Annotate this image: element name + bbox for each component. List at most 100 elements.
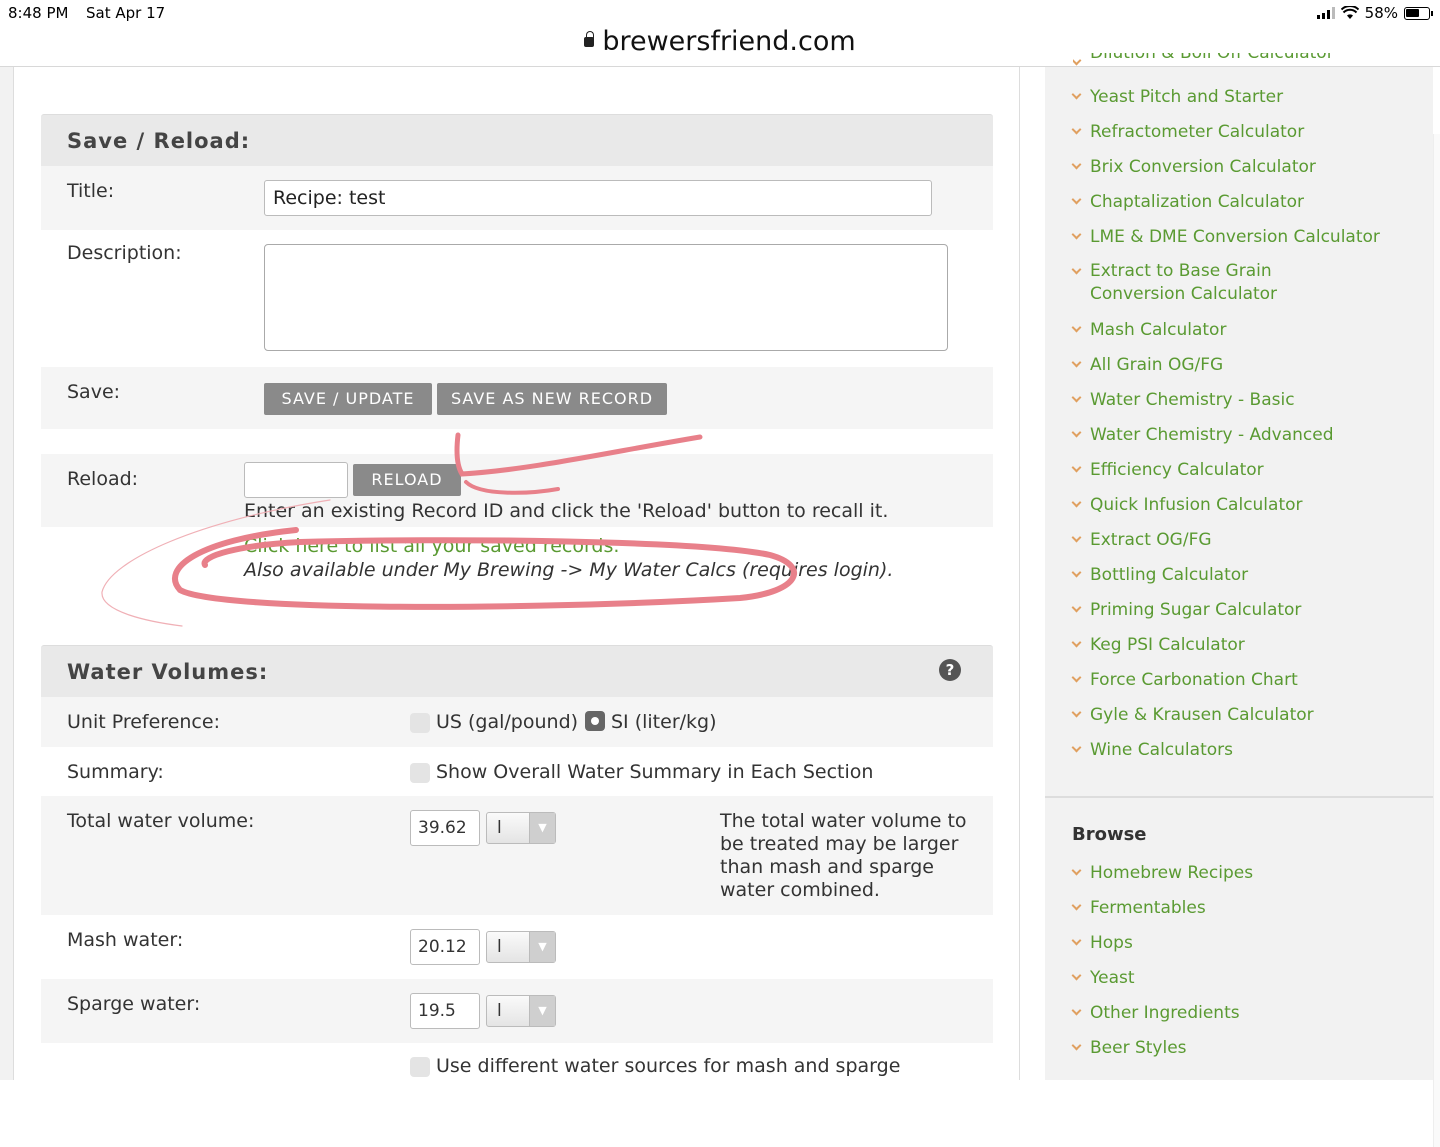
sidebar-calculator-link[interactable]: Yeast Pitch and Starter xyxy=(1073,87,1283,107)
arrow-bullet-icon xyxy=(1073,534,1082,543)
save-reload-panel: Save / Reload: Title: Recipe: test Descr… xyxy=(41,114,993,589)
unit-si-label: SI (liter/kg) xyxy=(611,711,717,733)
arrow-bullet-icon xyxy=(1073,639,1082,648)
unit-si-radio[interactable] xyxy=(585,711,605,731)
different-sources-label: Use different water sources for mash and… xyxy=(436,1055,901,1077)
total-water-row: Total water volume: 39.62 l ▼ The total w… xyxy=(41,796,993,915)
save-as-new-record-button[interactable]: SAVE AS NEW RECORD xyxy=(437,383,667,415)
save-update-button[interactable]: SAVE / UPDATE xyxy=(264,383,432,415)
total-water-unit-select[interactable]: l ▼ xyxy=(486,812,556,844)
description-label: Description: xyxy=(67,242,182,264)
sidebar-browse-link[interactable]: Beer Styles xyxy=(1073,1038,1187,1058)
sidebar-browse-link[interactable]: Homebrew Recipes xyxy=(1073,863,1253,883)
arrow-bullet-icon xyxy=(1073,1007,1082,1016)
title-row: Title: Recipe: test xyxy=(41,166,993,230)
arrow-bullet-icon xyxy=(1073,674,1082,683)
arrow-bullet-icon xyxy=(1073,867,1082,876)
arrow-bullet-icon xyxy=(1073,91,1082,100)
arrow-bullet-icon xyxy=(1073,196,1082,205)
summary-label: Summary: xyxy=(67,761,164,783)
sidebar-calculator-link[interactable]: Water Chemistry - Basic xyxy=(1073,390,1295,410)
mash-water-unit-select[interactable]: l ▼ xyxy=(486,931,556,963)
reload-record-id-input[interactable] xyxy=(244,462,348,498)
sparge-water-label: Sparge water: xyxy=(67,993,201,1015)
status-icons: 58% xyxy=(1316,4,1433,22)
sparge-water-row: Sparge water: 19.5 l ▼ xyxy=(41,979,993,1043)
arrow-bullet-icon xyxy=(1073,231,1082,240)
sidebar-browse-link[interactable]: Hops xyxy=(1073,933,1133,953)
reload-label: Reload: xyxy=(67,468,139,490)
unit-us-radio[interactable] xyxy=(410,713,430,733)
sidebar-divider xyxy=(1045,796,1433,798)
save-label: Save: xyxy=(67,381,121,403)
sidebar-item-cut-off[interactable]: Dilution & Boil Off Calculator xyxy=(1073,53,1334,71)
description-textarea[interactable] xyxy=(264,244,948,351)
chevron-down-icon: ▼ xyxy=(529,996,555,1026)
title-input[interactable]: Recipe: test xyxy=(264,180,932,216)
saved-records-row: Click here to list all your saved record… xyxy=(41,527,993,589)
title-label: Title: xyxy=(67,180,115,202)
mash-water-unit-value: l xyxy=(497,937,502,957)
sidebar-calculator-link[interactable]: LME & DME Conversion Calculator xyxy=(1073,227,1380,247)
reload-row: Reload: RELOAD Enter an existing Record … xyxy=(41,454,993,527)
sidebar-calculator-link[interactable]: Extract to Base Grain Conversion Calcula… xyxy=(1073,261,1360,306)
different-sources-row: Use different water sources for mash and… xyxy=(41,1043,993,1080)
url-domain: brewersfriend.com xyxy=(602,26,856,57)
chevron-down-icon: ▼ xyxy=(529,813,555,843)
reload-button[interactable]: RELOAD xyxy=(353,464,461,496)
sidebar-browse-link[interactable]: Yeast xyxy=(1073,968,1135,988)
cellular-signal-icon xyxy=(1316,7,1335,19)
sidebar-calculator-link[interactable]: Keg PSI Calculator xyxy=(1073,635,1245,655)
sidebar-calculator-link[interactable]: Mash Calculator xyxy=(1073,320,1226,340)
wifi-icon xyxy=(1340,6,1359,19)
total-water-note: The total water volume to be treated may… xyxy=(720,810,967,901)
summary-checkbox[interactable] xyxy=(410,763,430,783)
save-row: Save: SAVE / UPDATE SAVE AS NEW RECORD xyxy=(41,367,993,429)
sparge-water-input[interactable]: 19.5 xyxy=(410,993,480,1029)
arrow-bullet-icon xyxy=(1073,429,1082,438)
scrollbar[interactable] xyxy=(1433,134,1440,1147)
content-divider xyxy=(1019,67,1020,1080)
sidebar-calculator-link[interactable]: Gyle & Krausen Calculator xyxy=(1073,705,1314,725)
sidebar-calculator-link[interactable]: Efficiency Calculator xyxy=(1073,460,1264,480)
sidebar-calculator-link[interactable]: Water Chemistry - Advanced xyxy=(1073,425,1334,445)
arrow-bullet-icon xyxy=(1073,569,1082,578)
sidebar-calculator-link[interactable]: Refractometer Calculator xyxy=(1073,122,1304,142)
sidebar-calculator-link[interactable]: Priming Sugar Calculator xyxy=(1073,600,1301,620)
different-sources-checkbox[interactable] xyxy=(410,1057,430,1077)
help-icon[interactable]: ? xyxy=(939,659,961,681)
total-water-unit-value: l xyxy=(497,818,502,838)
sidebar-browse-link[interactable]: Fermentables xyxy=(1073,898,1206,918)
sidebar-calculator-link[interactable]: Brix Conversion Calculator xyxy=(1073,157,1316,177)
total-water-input[interactable]: 39.62 xyxy=(410,810,480,846)
arrow-bullet-icon xyxy=(1073,744,1082,753)
sidebar-calculator-link[interactable]: All Grain OG/FG xyxy=(1073,355,1223,375)
mash-water-input[interactable]: 20.12 xyxy=(410,929,480,965)
battery-percent: 58% xyxy=(1364,4,1398,22)
sidebar-calculator-link[interactable]: Chaptalization Calculator xyxy=(1073,192,1304,212)
sidebar-browse-link[interactable]: Other Ingredients xyxy=(1073,1003,1240,1023)
unit-preference-row: Unit Preference: US (gal/pound) SI (lite… xyxy=(41,697,993,747)
water-volumes-heading: Water Volumes: xyxy=(41,645,993,697)
arrow-bullet-icon xyxy=(1073,359,1082,368)
also-available-note: Also available under My Brewing -> My Wa… xyxy=(244,559,894,581)
arrow-bullet-icon xyxy=(1073,394,1082,403)
water-volumes-panel: Water Volumes: ? Unit Preference: US (ga… xyxy=(41,645,993,1080)
battery-icon xyxy=(1404,6,1433,20)
arrow-bullet-icon xyxy=(1073,1042,1082,1051)
sparge-water-unit-value: l xyxy=(497,1001,502,1021)
chevron-down-icon: ▼ xyxy=(529,932,555,962)
unit-preference-label: Unit Preference: xyxy=(67,711,220,733)
summary-row: Summary: Show Overall Water Summary in E… xyxy=(41,747,993,796)
sidebar-calculator-link[interactable]: Wine Calculators xyxy=(1073,740,1233,760)
arrow-bullet-icon xyxy=(1073,499,1082,508)
sidebar-calculator-link[interactable]: Force Carbonation Chart xyxy=(1073,670,1298,690)
sidebar-calculator-link[interactable]: Extract OG/FG xyxy=(1073,530,1212,550)
sparge-water-unit-select[interactable]: l ▼ xyxy=(486,995,556,1027)
sidebar-calculator-link[interactable]: Bottling Calculator xyxy=(1073,565,1248,585)
lock-icon xyxy=(584,31,595,47)
list-saved-records-link[interactable]: Click here to list all your saved record… xyxy=(244,535,619,557)
arrow-bullet-icon xyxy=(1073,161,1082,170)
mash-water-row: Mash water: 20.12 l ▼ xyxy=(41,915,993,979)
sidebar-calculator-link[interactable]: Quick Infusion Calculator xyxy=(1073,495,1303,515)
